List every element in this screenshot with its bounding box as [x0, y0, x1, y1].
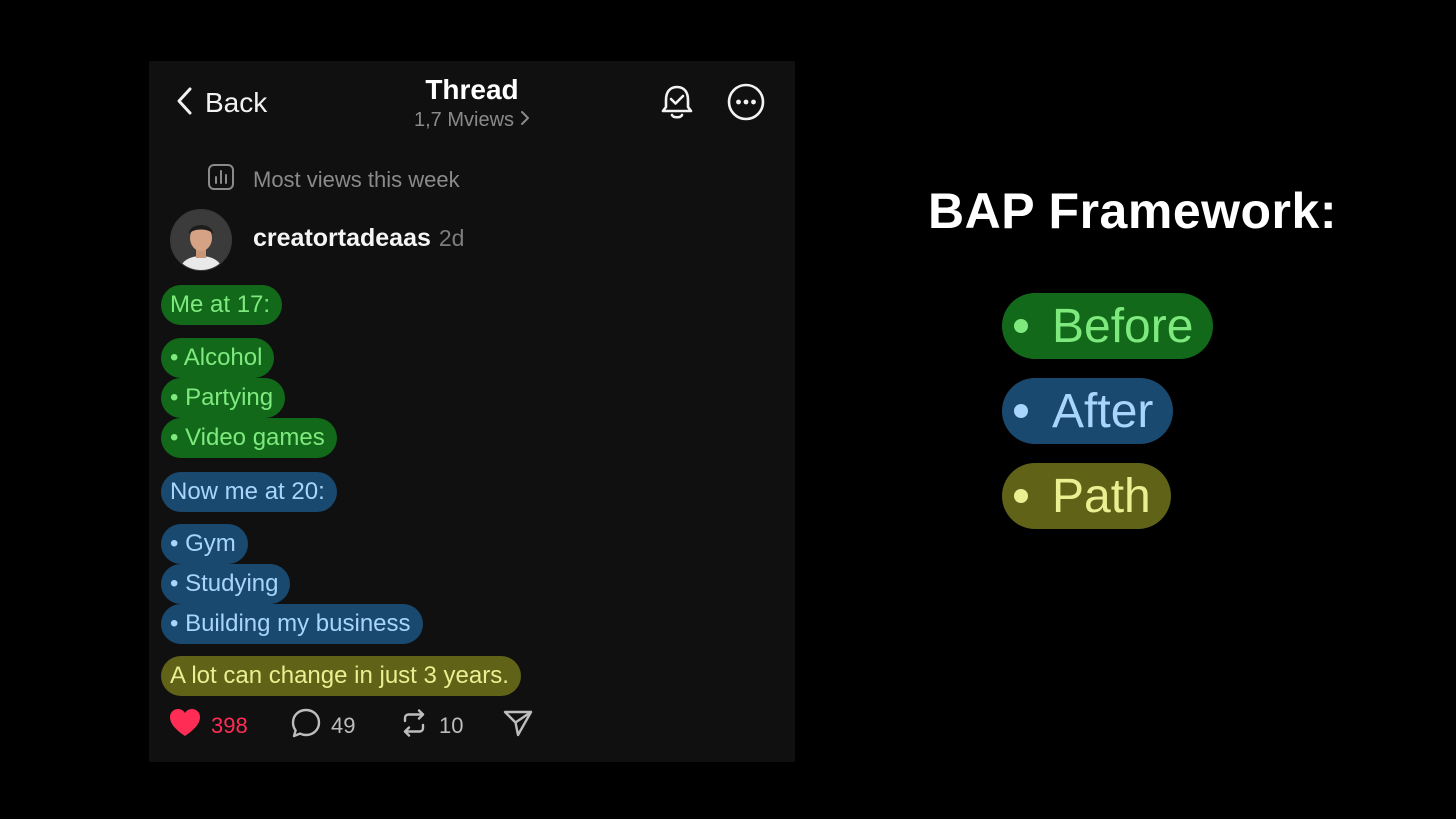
framework-after-label: After [1052, 384, 1154, 438]
bell-check-icon[interactable] [658, 83, 696, 121]
post-time: 2d [438, 225, 465, 251]
most-views-banner: Most views this week [207, 163, 460, 196]
after-item: • Building my business [161, 604, 423, 644]
chevron-right-icon [520, 109, 530, 132]
framework-path-label: Path [1052, 469, 1151, 523]
author-line: creatortadeaas 2d [253, 224, 464, 253]
framework-before-pill: Before [1002, 293, 1214, 359]
most-views-label: Most views this week [253, 166, 460, 192]
after-item: • Gym [161, 524, 248, 564]
before-item: • Partying [161, 378, 286, 418]
heart-icon [169, 708, 201, 744]
framework-before-label: Before [1052, 299, 1194, 353]
framework-after-pill: After [1002, 378, 1174, 444]
before-item: • Alcohol [161, 338, 275, 378]
like-button[interactable]: 398 [169, 709, 248, 743]
before-title: Me at 17: [161, 285, 283, 325]
author-name[interactable]: creatortadeaas [253, 224, 431, 253]
send-icon [503, 708, 533, 744]
views-count: 1,7 Mviews [413, 109, 515, 131]
thread-header: Back Thread 1,7 Mviews [149, 61, 795, 151]
post-actions: 398 49 10 [169, 708, 769, 744]
framework-heading: BAP Framework: [928, 183, 1337, 239]
thread-panel: Back Thread 1,7 Mviews Most views this w… [149, 61, 795, 762]
repost-button[interactable]: 10 [399, 709, 463, 743]
views-link[interactable]: 1,7 Mviews [414, 109, 530, 132]
path-line: A lot can change in just 3 years. [161, 656, 521, 696]
bullet-dot [1014, 319, 1028, 333]
reply-count: 49 [331, 713, 356, 738]
after-title: Now me at 20: [161, 472, 337, 512]
before-item: • Video games [161, 418, 337, 458]
repost-icon [399, 708, 429, 744]
bullet-dot [1014, 489, 1028, 503]
more-icon[interactable] [727, 83, 765, 121]
comment-icon [291, 708, 321, 744]
framework-path-pill: Path [1002, 463, 1171, 529]
reply-button[interactable]: 49 [291, 708, 356, 744]
title-block: Thread 1,7 Mviews [149, 73, 795, 132]
share-button[interactable] [503, 709, 533, 743]
avatar[interactable] [170, 209, 232, 271]
chart-icon [207, 163, 235, 196]
bullet-dot [1014, 404, 1028, 418]
after-item: • Studying [161, 564, 291, 604]
page-title: Thread [425, 74, 519, 105]
repost-count: 10 [439, 713, 464, 738]
like-count: 398 [211, 713, 248, 738]
